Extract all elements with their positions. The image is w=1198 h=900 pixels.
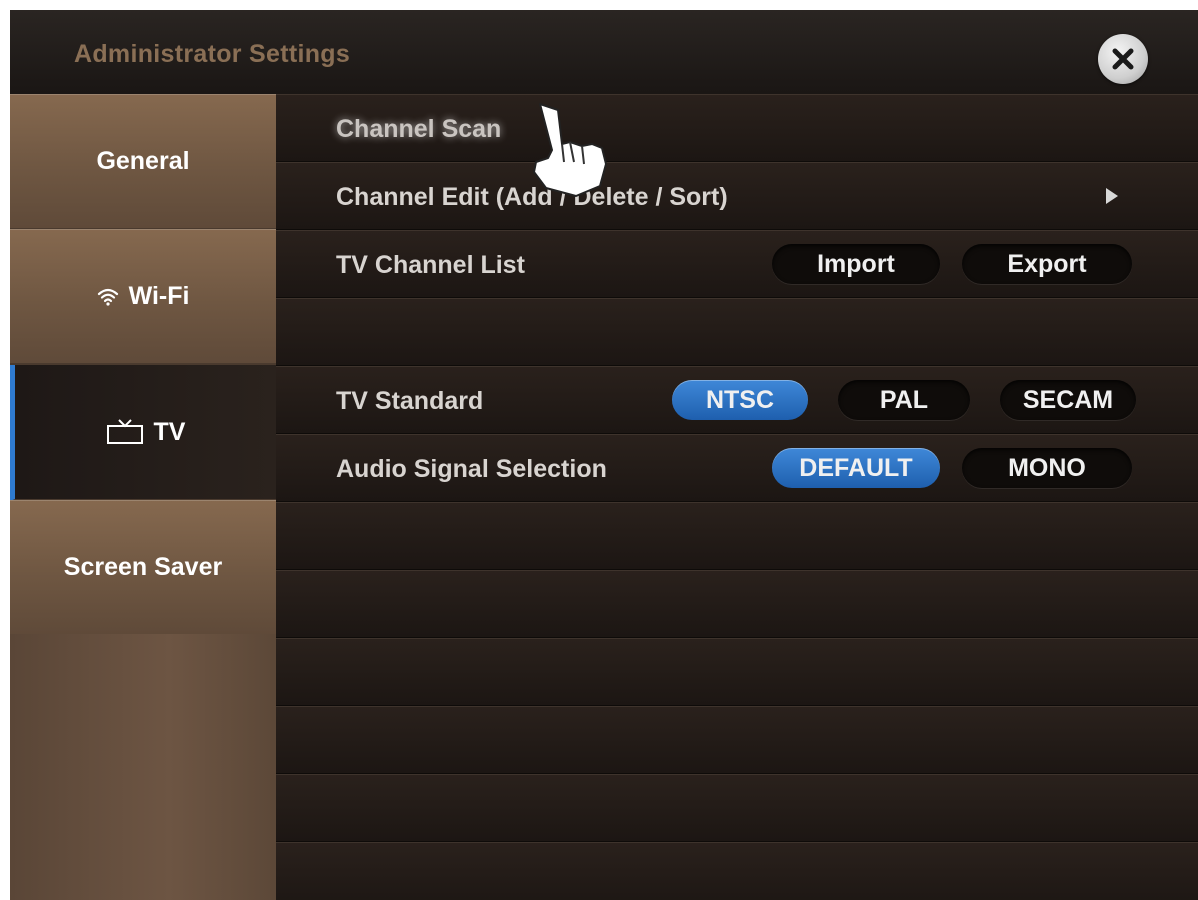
sidebar: General Wi-Fi TV Screen Saver — [10, 94, 276, 900]
row-empty — [276, 298, 1198, 366]
secam-option[interactable]: SECAM — [1000, 380, 1136, 420]
row-empty — [276, 842, 1198, 900]
ntsc-option[interactable]: NTSC — [672, 380, 808, 420]
sidebar-item-general[interactable]: General — [10, 94, 276, 230]
row-empty — [276, 570, 1198, 638]
sidebar-item-label: TV — [153, 417, 186, 446]
row-empty — [276, 638, 1198, 706]
audio-signal-label: Audio Signal Selection — [336, 455, 607, 483]
close-icon — [1112, 48, 1134, 70]
row-empty — [276, 774, 1198, 842]
wifi-icon — [97, 286, 119, 306]
sidebar-item-label: Screen Saver — [63, 552, 223, 581]
row-channel-scan[interactable]: Channel Scan — [276, 94, 1198, 162]
sidebar-item-wifi[interactable]: Wi-Fi — [10, 229, 276, 365]
default-option[interactable]: DEFAULT — [772, 448, 940, 488]
settings-content: Channel Scan Channel Edit (Add / Delete … — [276, 94, 1198, 900]
title-bar: Administrator Settings — [10, 10, 1198, 95]
tv-standard-label: TV Standard — [336, 387, 484, 415]
sidebar-item-label: General — [96, 146, 190, 175]
sidebar-empty-area — [10, 634, 276, 900]
row-empty — [276, 706, 1198, 774]
tv-icon — [106, 419, 144, 445]
close-button[interactable] — [1098, 34, 1148, 84]
row-tv-channel-list: TV Channel List Import Export — [276, 230, 1198, 298]
window-title: Administrator Settings — [74, 40, 351, 68]
sidebar-item-screen-saver[interactable]: Screen Saver — [10, 500, 276, 636]
import-button[interactable]: Import — [772, 244, 940, 284]
export-button[interactable]: Export — [962, 244, 1132, 284]
chevron-right-icon — [1106, 188, 1118, 204]
row-tv-standard: TV Standard NTSC PAL SECAM — [276, 366, 1198, 434]
channel-scan-label: Channel Scan — [336, 115, 502, 143]
sidebar-item-tv[interactable]: TV — [10, 365, 276, 501]
row-audio-signal: Audio Signal Selection DEFAULT MONO — [276, 434, 1198, 502]
tv-channel-list-label: TV Channel List — [336, 251, 525, 279]
pal-option[interactable]: PAL — [838, 380, 970, 420]
mono-option[interactable]: MONO — [962, 448, 1132, 488]
sidebar-item-label: Wi-Fi — [128, 281, 190, 310]
hand-pointer-icon — [533, 103, 607, 197]
row-channel-edit[interactable]: Channel Edit (Add / Delete / Sort) — [276, 162, 1198, 230]
row-empty — [276, 502, 1198, 570]
